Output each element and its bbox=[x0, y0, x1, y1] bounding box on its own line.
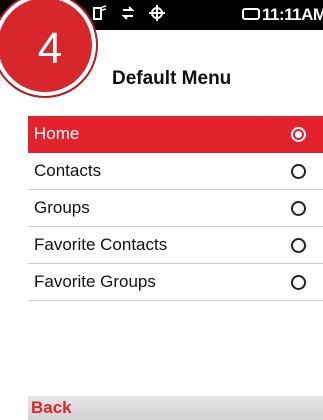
menu-item-favorite-groups[interactable]: Favorite Groups bbox=[28, 264, 323, 301]
battery-icon bbox=[242, 8, 260, 20]
signal-icon bbox=[93, 4, 107, 26]
menu-item-favorite-contacts[interactable]: Favorite Contacts bbox=[28, 227, 323, 264]
radio-icon[interactable] bbox=[291, 164, 306, 179]
radio-icon[interactable] bbox=[291, 275, 306, 290]
menu-list: Home Contacts Groups Favorite Contacts F… bbox=[28, 116, 323, 301]
menu-item-label: Favorite Groups bbox=[34, 272, 156, 291]
status-icons bbox=[93, 4, 179, 26]
menu-item-label: Groups bbox=[34, 198, 90, 217]
menu-item-label: Favorite Contacts bbox=[34, 235, 168, 254]
radio-selected-icon[interactable] bbox=[291, 127, 306, 142]
menu-item-contacts[interactable]: Contacts bbox=[28, 153, 323, 190]
radio-icon[interactable] bbox=[291, 238, 306, 253]
status-time: 11:11AM bbox=[262, 5, 323, 24]
back-softkey[interactable]: Back bbox=[31, 398, 72, 418]
left-margin bbox=[0, 114, 28, 420]
page-title: Default Menu bbox=[112, 68, 232, 89]
menu-item-home[interactable]: Home bbox=[28, 116, 323, 153]
menu-item-label: Home bbox=[34, 124, 80, 143]
sync-icon bbox=[121, 5, 135, 26]
menu-item-groups[interactable]: Groups bbox=[28, 190, 323, 227]
softkey-bar: Back bbox=[28, 396, 323, 420]
menu-item-label: Contacts bbox=[34, 161, 102, 180]
gps-icon bbox=[149, 4, 165, 26]
radio-icon[interactable] bbox=[291, 201, 306, 216]
